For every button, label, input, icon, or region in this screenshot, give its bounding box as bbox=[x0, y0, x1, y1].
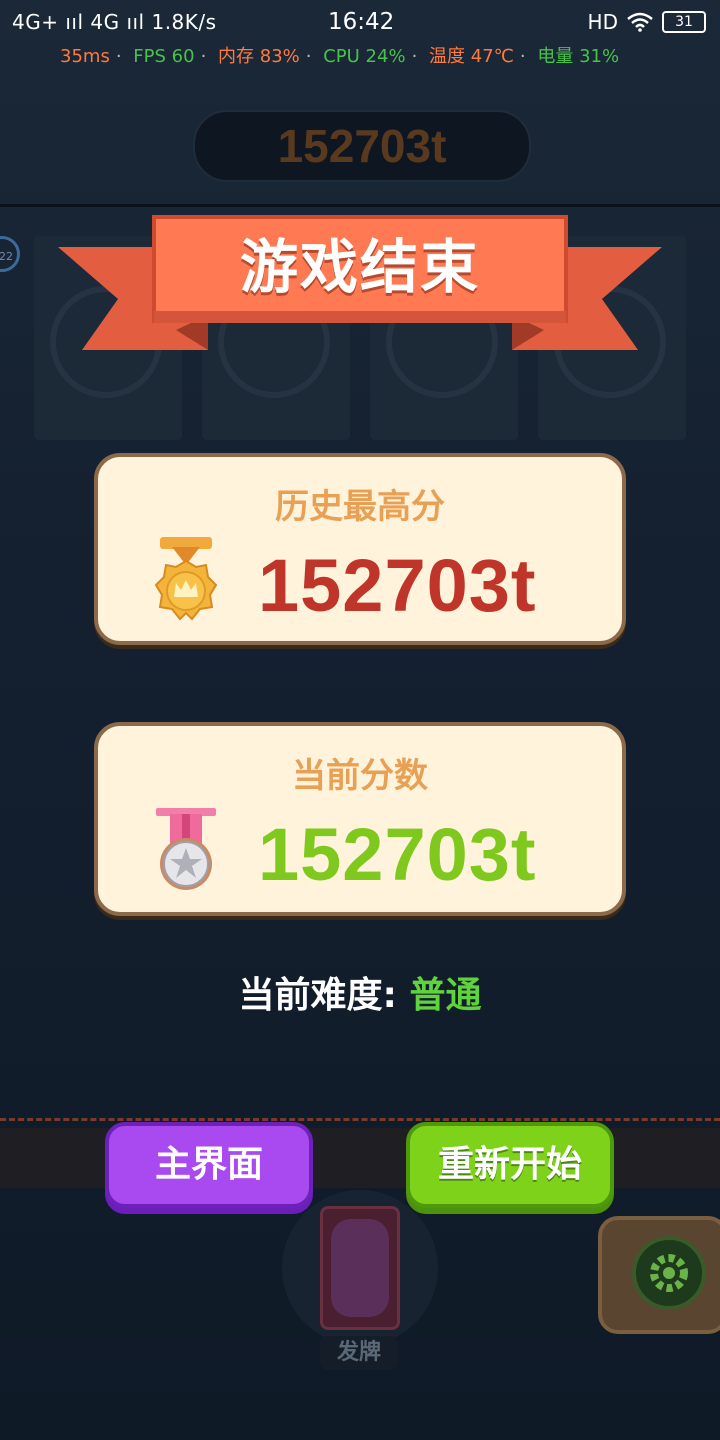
gold-crown-medal-icon bbox=[154, 537, 218, 621]
current-score-value: 152703t bbox=[258, 813, 537, 896]
difficulty-line: 当前难度: 普通 bbox=[0, 966, 720, 1018]
status-bar: 4G+ ııl 4G ııl 1.8K/s 16:42 HD 31 bbox=[0, 0, 720, 44]
battery-icon: 31 bbox=[662, 11, 706, 33]
gear-icon bbox=[632, 1236, 706, 1310]
difficulty-value: 普通 bbox=[409, 975, 482, 1016]
top-score-display: 152703t bbox=[193, 110, 531, 182]
header-divider bbox=[0, 204, 720, 207]
restart-button[interactable]: 重新开始 bbox=[406, 1122, 614, 1208]
perf-fps: FPS 60 bbox=[133, 46, 195, 67]
slot-count-badge: 22 bbox=[0, 236, 20, 272]
perf-memory: 内存 83% bbox=[218, 46, 300, 67]
wifi-icon bbox=[627, 12, 653, 32]
current-score-label: 当前分数 bbox=[292, 756, 428, 796]
perf-power: 电量 31% bbox=[537, 46, 620, 67]
perf-latency: 35ms bbox=[60, 46, 110, 67]
perf-overlay: 35ms · FPS 60 · 内存 83% · CPU 24% · 温度 47℃ · 电… bbox=[60, 46, 620, 67]
perf-temp: 温度 47℃ bbox=[429, 46, 514, 67]
perf-cpu: CPU 24% bbox=[323, 46, 406, 67]
silver-star-medal-icon bbox=[156, 808, 216, 890]
hd-indicator: HD bbox=[587, 10, 618, 34]
clock: 16:42 bbox=[328, 9, 395, 35]
current-score-panel: 当前分数 152703t bbox=[94, 722, 626, 916]
best-score-label: 历史最高分 bbox=[275, 487, 445, 527]
status-right: HD 31 bbox=[588, 10, 706, 34]
difficulty-label: 当前难度: bbox=[238, 975, 397, 1016]
deal-label[interactable]: 发牌 bbox=[320, 1336, 398, 1370]
card-back-icon[interactable] bbox=[320, 1206, 400, 1330]
home-button[interactable]: 主界面 bbox=[105, 1122, 313, 1208]
game-over-title: 游戏结束 bbox=[239, 233, 480, 301]
settings-button[interactable] bbox=[598, 1216, 720, 1334]
best-score-panel: 历史最高分 152703t bbox=[94, 453, 626, 645]
best-score-value: 152703t bbox=[258, 544, 537, 627]
belt-divider bbox=[0, 1118, 720, 1121]
network-status: 4G+ ııl 4G ııl 1.8K/s bbox=[12, 10, 217, 34]
